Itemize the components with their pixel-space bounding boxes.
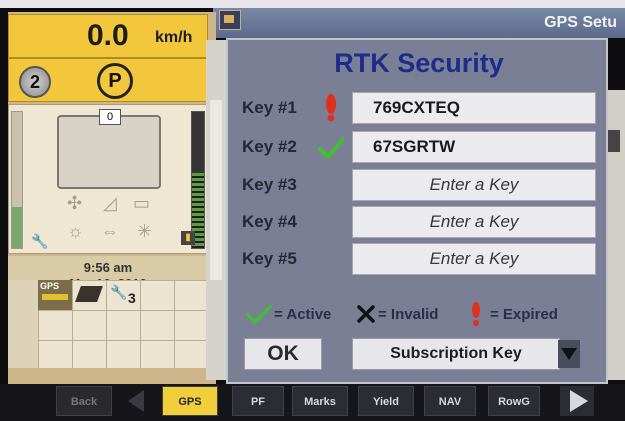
subscription-key-dropdown[interactable]: Subscription Key [352, 338, 560, 370]
key-row-2: Key #2 67SGRTW [228, 131, 610, 163]
key-field-5[interactable]: Enter a Key [352, 243, 596, 275]
gps-shortcut[interactable]: GPS [38, 280, 72, 310]
service-icon: 🔧 [31, 233, 49, 249]
tab-nav[interactable]: NAV [424, 386, 476, 416]
speed-unit: km/h [155, 29, 193, 46]
background-scrollbar [206, 40, 226, 380]
key-label: Key #2 [242, 137, 297, 156]
key-row-5: Key #5 Enter a Key [228, 243, 610, 275]
x-icon [357, 305, 375, 323]
tab-yield[interactable]: Yield [358, 386, 414, 416]
tab-marks[interactable]: Marks [292, 386, 348, 416]
key-field-3[interactable]: Enter a Key [352, 169, 596, 201]
clock-time: 9:56 am [83, 260, 133, 275]
key-label: Key #3 [242, 175, 297, 194]
speed-display: 0.0 km/h [8, 14, 208, 58]
gear-park-row: 2 P [8, 58, 208, 102]
spread-arrows-icon: ⇔ [101, 221, 119, 241]
title-bar: GPS Setu [213, 8, 625, 38]
tab-back[interactable]: Back [56, 386, 112, 416]
fan-icon: ✣ [67, 193, 83, 213]
gps-shortcut-label: GPS [40, 281, 60, 291]
book-icon[interactable] [72, 280, 106, 310]
machine-display[interactable]: 0 ✣ ◿ ▭ ☼ ⇔ ✳ 🔧 ▮ [8, 104, 208, 254]
key-label: Key #1 [242, 98, 297, 117]
ok-button[interactable]: OK [244, 338, 322, 370]
legend-invalid: = Invalid [378, 306, 439, 323]
status-legend: = Active = Invalid = Expired [246, 302, 596, 326]
key-field-4[interactable]: Enter a Key [352, 206, 596, 238]
right-level-bar [191, 111, 205, 249]
legend-active: = Active [274, 306, 332, 323]
exclamation-icon [326, 94, 336, 122]
arrow-right-icon[interactable] [560, 386, 594, 416]
key-row-4: Key #4 Enter a Key [228, 206, 610, 238]
lights-icon: ☼ [67, 221, 84, 241]
wrench-icon: 🔧 [110, 284, 128, 300]
tool-count: 3 [128, 290, 136, 306]
page-title: GPS Setu [544, 14, 617, 31]
left-level-bar [11, 111, 23, 249]
slope-icon: ◿ [103, 193, 117, 213]
fuel-icon: ▮ [181, 231, 195, 245]
gear-indicator: 2 [19, 66, 51, 98]
key-field-2[interactable]: 67SGRTW [352, 131, 596, 163]
key-label: Key #5 [242, 249, 297, 268]
park-brake-icon: P [97, 63, 133, 99]
screen-icon[interactable] [219, 10, 241, 30]
arrow-left-icon[interactable] [122, 386, 150, 416]
key-label: Key #4 [242, 212, 297, 231]
tab-rowg[interactable]: RowG [488, 386, 540, 416]
legend-expired: = Expired [490, 306, 558, 323]
chevron-down-icon[interactable] [558, 340, 580, 368]
key-row-1: Key #1 769CXTEQ [228, 92, 610, 124]
speed-value: 0.0 [87, 19, 129, 52]
beacon-icon: ✳ [137, 221, 153, 241]
gps-signal-bar [42, 294, 68, 300]
tab-pf[interactable]: PF [232, 386, 284, 416]
rtk-security-dialog: RTK Security Key #1 769CXTEQ Key #2 67SG… [226, 38, 608, 384]
checkmark-icon [318, 137, 344, 159]
dialog-title: RTK Security [334, 48, 504, 78]
tab-gps[interactable]: GPS [162, 386, 218, 416]
combine-readout: 0 [99, 109, 121, 125]
checkmark-icon [246, 305, 272, 324]
exclamation-icon [472, 302, 480, 326]
machine-function-icons: ✣ ◿ ▭ ☼ ⇔ ✳ [57, 193, 161, 247]
key-row-3: Key #3 Enter a Key [228, 169, 610, 201]
header-icon: ▭ [133, 193, 151, 213]
combine-icon: 0 [57, 109, 161, 189]
tool-shortcut[interactable]: 🔧 3 [106, 280, 140, 310]
key-field-1[interactable]: 769CXTEQ [352, 92, 596, 124]
top-strip [0, 0, 625, 8]
shortcut-strip [8, 280, 39, 368]
